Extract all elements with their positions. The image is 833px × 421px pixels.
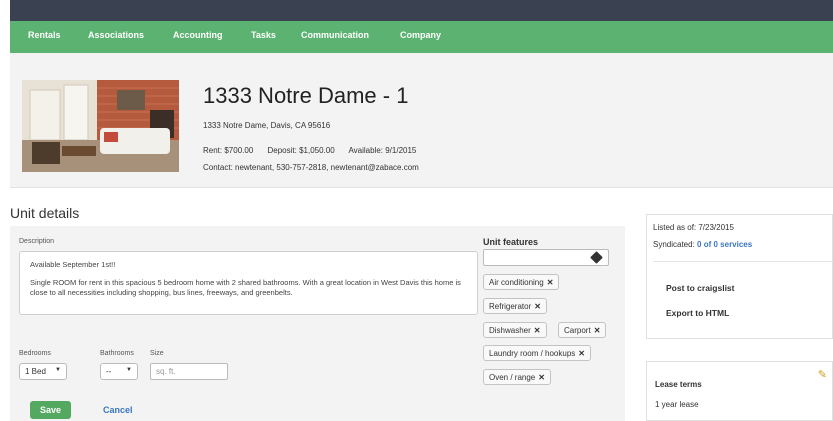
bathrooms-select[interactable]: -- ▼ xyxy=(100,363,138,380)
syndicated-services-link[interactable]: 0 of 0 services xyxy=(697,240,752,249)
property-address: 1333 Notre Dame, Davis, CA 95616 xyxy=(203,121,331,130)
bathrooms-value: -- xyxy=(106,367,112,376)
remove-tag-icon[interactable]: ✕ xyxy=(594,326,601,335)
feature-tag: Air conditioning ✕ xyxy=(483,274,560,290)
remove-tag-icon[interactable]: ✕ xyxy=(547,278,554,287)
syndicated-label: Syndicated: xyxy=(653,240,695,249)
remove-tag-icon[interactable]: ✕ xyxy=(534,326,541,335)
unit-features-title: Unit features xyxy=(483,237,539,247)
deposit-amount: Deposit: $1,050.00 xyxy=(267,146,335,155)
bedrooms-value: 1 Bed xyxy=(25,367,46,376)
size-input[interactable]: sq. ft. xyxy=(150,363,228,380)
divider xyxy=(653,261,833,262)
feature-tag: Laundry room / hookups ✕ xyxy=(483,345,591,361)
listing-card: Listed as of: 7/23/2015 Syndicated: 0 of… xyxy=(646,214,833,339)
remove-tag-icon[interactable]: ✕ xyxy=(534,302,541,311)
unit-features-input[interactable] xyxy=(483,249,609,266)
post-to-craigslist-button[interactable]: Post to craigslist xyxy=(666,283,735,293)
bathrooms-label: Bathrooms xyxy=(100,350,134,357)
property-photo xyxy=(22,80,179,172)
nav-item-company[interactable]: Company xyxy=(400,30,441,40)
property-header: 1333 Notre Dame - 1 1333 Notre Dame, Dav… xyxy=(10,53,833,188)
feature-tag: Refrigerator ✕ xyxy=(483,298,547,314)
chevron-down-icon: ▼ xyxy=(126,367,132,373)
remove-tag-icon[interactable]: ✕ xyxy=(538,373,545,382)
nav-item-accounting[interactable]: Accounting xyxy=(173,30,223,40)
description-field[interactable]: Available September 1st!! Single ROOM fo… xyxy=(19,251,478,315)
bedrooms-select[interactable]: 1 Bed ▼ xyxy=(19,363,67,380)
cancel-button[interactable]: Cancel xyxy=(103,405,133,415)
save-button[interactable]: Save xyxy=(30,401,71,419)
description-line-2: Single ROOM for rent in this spacious 5 … xyxy=(30,278,461,298)
remove-tag-icon[interactable]: ✕ xyxy=(578,349,585,358)
syndicated-row: Syndicated: 0 of 0 services xyxy=(653,240,752,249)
main-nav: Rentals Associations Accounting Tasks Co… xyxy=(10,21,833,58)
contact-info: Contact: newtenant, 530-757-2818, newten… xyxy=(203,163,419,172)
nav-item-tasks[interactable]: Tasks xyxy=(251,30,276,40)
rent-info: Rent: $700.00 Deposit: $1,050.00 Availab… xyxy=(203,146,428,155)
description-label: Description xyxy=(19,238,55,245)
export-to-html-button[interactable]: Export to HTML xyxy=(666,308,729,318)
tag-icon[interactable] xyxy=(590,251,603,264)
available-date: Available: 9/1/2015 xyxy=(348,146,417,155)
feature-tag: Carport ✕ xyxy=(558,322,607,338)
nav-item-rentals[interactable]: Rentals xyxy=(28,30,61,40)
size-placeholder: sq. ft. xyxy=(156,367,176,376)
listed-as-of: Listed as of: 7/23/2015 xyxy=(653,223,734,232)
lease-terms-card: ✎ Lease terms 1 year lease xyxy=(646,361,833,421)
nav-item-associations[interactable]: Associations xyxy=(88,30,144,40)
nav-item-communication[interactable]: Communication xyxy=(301,30,369,40)
size-label: Size xyxy=(150,350,164,357)
lease-terms-value: 1 year lease xyxy=(655,400,699,409)
feature-tag: Dishwasher ✕ xyxy=(483,322,547,338)
rent-amount: Rent: $700.00 xyxy=(203,146,254,155)
pencil-icon[interactable]: ✎ xyxy=(818,368,827,381)
property-title: 1333 Notre Dame - 1 xyxy=(203,83,409,108)
feature-tag: Oven / range ✕ xyxy=(483,369,551,385)
unit-details-panel: Description Available September 1st!! Si… xyxy=(10,226,625,421)
bedrooms-label: Bedrooms xyxy=(19,350,51,357)
chevron-down-icon: ▼ xyxy=(55,367,61,373)
top-bar xyxy=(0,0,833,21)
lease-terms-title: Lease terms xyxy=(655,380,702,389)
section-title: Unit details xyxy=(10,205,80,221)
description-line-1: Available September 1st!! xyxy=(30,260,116,269)
